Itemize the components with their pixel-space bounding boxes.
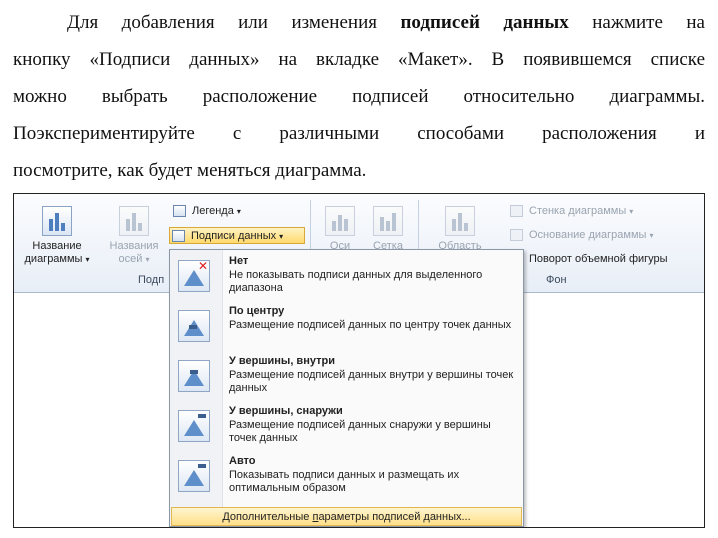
- axis-titles-button[interactable]: Названия осей ▾: [98, 206, 170, 266]
- paragraph-line-3: можно выбрать расположение подписей отно…: [13, 86, 705, 107]
- menu-item-center[interactable]: По центру Размещение подписей данных по …: [171, 302, 522, 352]
- chevron-down-icon: ▾: [629, 207, 634, 216]
- chevron-down-icon: ▾: [236, 207, 241, 216]
- auto-labels-icon: [178, 460, 210, 492]
- axes-icon: [325, 206, 355, 236]
- instruction-paragraph: Для добавления или изменения подписей да…: [13, 4, 705, 189]
- data-labels-dropdown: ✕ Нет Не показывать подписи данных для в…: [169, 249, 524, 527]
- chart-title-icon: [42, 206, 72, 236]
- menu-item-none[interactable]: ✕ Нет Не показывать подписи данных для в…: [171, 252, 522, 302]
- menu-item-outside-end[interactable]: У вершины, снаружи Размещение подписей д…: [171, 402, 522, 452]
- chevron-down-icon: ▾: [279, 232, 284, 241]
- legend-button[interactable]: Легенда ▾: [171, 203, 241, 220]
- paragraph-line-5: посмотрите, как будет меняться диаграмма…: [13, 160, 367, 181]
- chevron-down-icon: ▾: [145, 255, 150, 264]
- data-labels-icon: [172, 230, 185, 242]
- background-group-label: Фон: [546, 274, 567, 286]
- inside-end-labels-icon: [178, 360, 210, 392]
- paragraph-line-1: Для добавления или изменения подписей да…: [67, 12, 705, 33]
- chart-floor-button[interactable]: Основание диаграммы ▾: [508, 227, 653, 244]
- paragraph-line-2: кнопку «Подписи данных» на вкладке «Маке…: [13, 49, 705, 70]
- labels-group-label: Подп: [138, 274, 165, 286]
- gridlines-icon: [373, 206, 403, 236]
- chart-wall-icon: [510, 205, 523, 217]
- chart-floor-icon: [510, 229, 523, 241]
- chart-wall-button[interactable]: Стенка диаграммы ▾: [508, 203, 633, 220]
- paragraph-line-4: Поэкспериментируйте с различными способа…: [13, 123, 705, 144]
- axes-button[interactable]: Оси: [318, 206, 362, 253]
- data-labels-button[interactable]: Подписи данных ▾: [169, 227, 305, 244]
- outside-end-labels-icon: [178, 410, 210, 442]
- plot-area-icon: [445, 206, 475, 236]
- ribbon-screenshot: Название диаграммы ▾ Названия осей ▾ Леген…: [13, 193, 705, 528]
- center-labels-icon: [178, 310, 210, 342]
- chart-title-button[interactable]: Название диаграммы ▾: [22, 206, 92, 266]
- gridlines-button[interactable]: Сетка: [366, 206, 410, 253]
- plot-area-button[interactable]: Область: [430, 206, 490, 253]
- chevron-down-icon: ▾: [85, 255, 90, 264]
- more-data-label-options[interactable]: Дополнительные параметры подписей данных…: [171, 507, 522, 526]
- menu-item-auto[interactable]: Авто Показывать подписи данных и размеща…: [171, 452, 522, 502]
- menu-item-inside-end[interactable]: У вершины, внутри Размещение подписей да…: [171, 352, 522, 402]
- 3d-rotation-button[interactable]: Поворот объемной фигуры: [508, 251, 668, 268]
- axis-titles-icon: [119, 206, 149, 236]
- no-labels-icon: ✕: [178, 259, 210, 292]
- legend-icon: [173, 205, 186, 217]
- chevron-down-icon: ▾: [649, 231, 654, 240]
